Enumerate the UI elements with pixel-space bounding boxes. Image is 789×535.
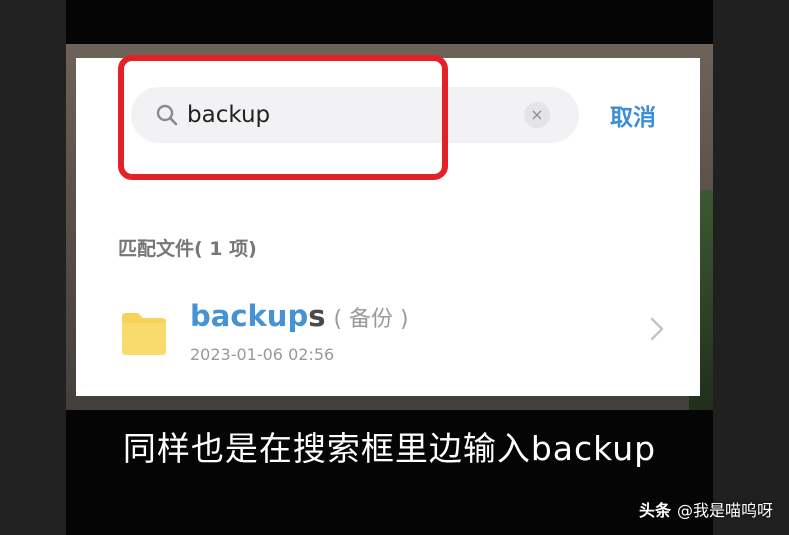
red-highlight-annotation — [118, 55, 448, 180]
watermark: 头条 @我是喵呜呀 — [639, 497, 773, 521]
right-margin — [713, 0, 789, 535]
file-name-match: backup — [190, 299, 309, 333]
watermark-account: @我是喵呜呀 — [676, 501, 773, 520]
watermark-brand: 头条 — [638, 501, 671, 520]
folder-icon — [122, 313, 166, 355]
file-name: backups ( 备份 ) — [190, 298, 409, 338]
video-subtitle: 同样也是在搜索框里边输入backup — [122, 429, 657, 468]
file-name-rest: s — [308, 299, 326, 333]
result-count-label: 匹配文件( 1 项) — [118, 238, 257, 260]
result-item-backups[interactable]: backups ( 备份 ) 2023-01-06 02:56 — [76, 284, 700, 374]
phone-screen: backup × 取消 匹配文件( 1 项) backups ( 备份 ) 202… — [76, 55, 700, 396]
video-frame: backup × 取消 匹配文件( 1 项) backups ( 备份 ) 202… — [66, 0, 713, 535]
left-margin — [0, 0, 66, 535]
chevron-right-icon — [650, 317, 664, 341]
screenshot-frame: backup × 取消 匹配文件( 1 项) backups ( 备份 ) 202… — [0, 0, 789, 535]
file-date: 2023-01-06 02:56 — [190, 345, 335, 364]
file-name-alias: ( 备份 ) — [333, 307, 409, 332]
cancel-button[interactable]: 取消 — [610, 98, 656, 132]
clear-search-button[interactable]: × — [524, 102, 550, 128]
